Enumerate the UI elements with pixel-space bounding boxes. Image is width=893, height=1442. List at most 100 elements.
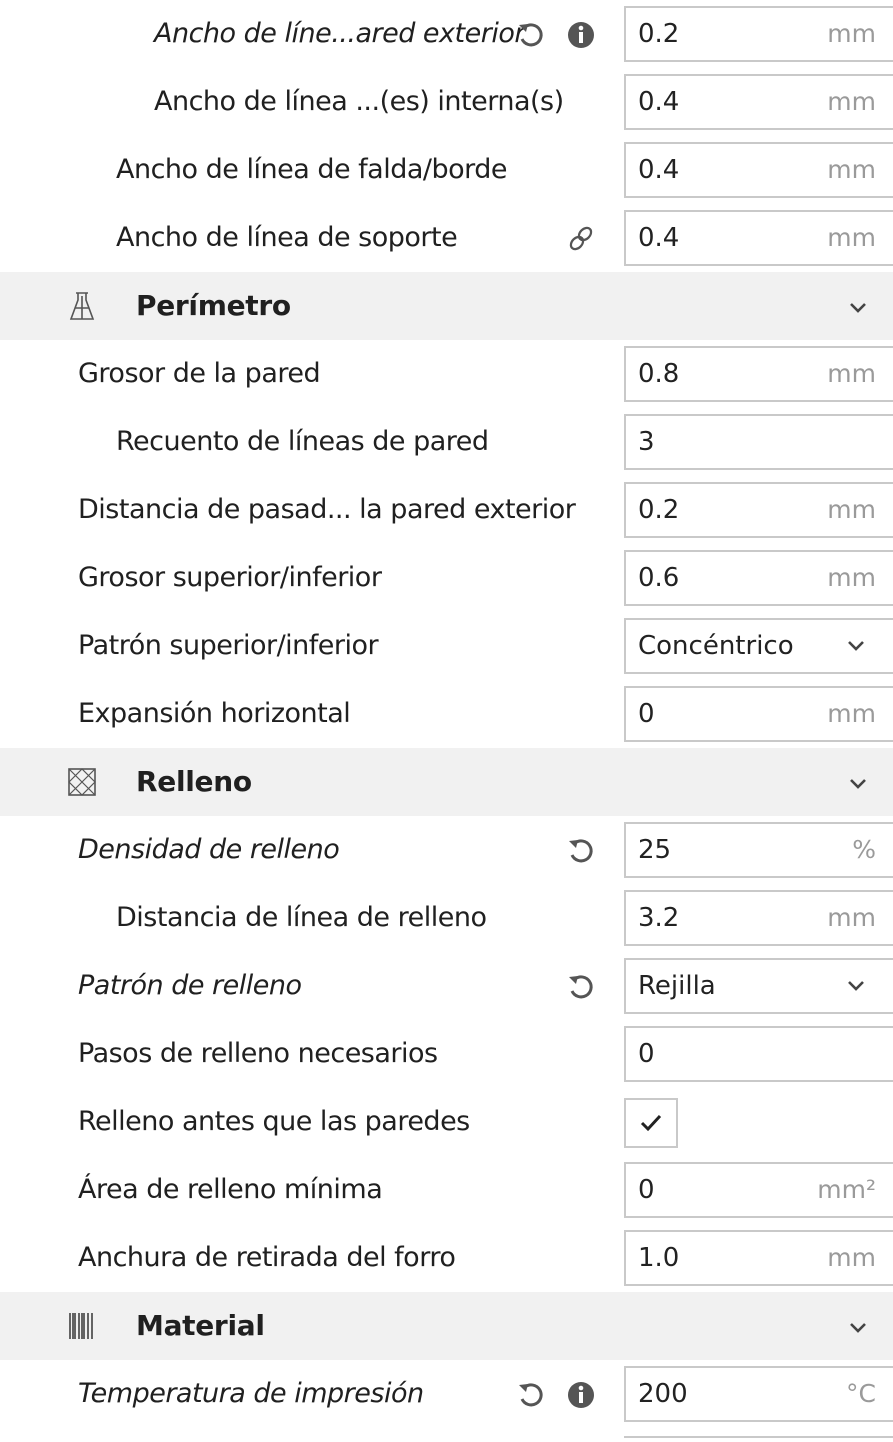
- gradual-infill-steps-input[interactable]: 0: [624, 1026, 893, 1082]
- setting-row-infill-line-distance: Distancia de línea de relleno 3.2 mm: [0, 884, 893, 952]
- infill-icon: [66, 766, 98, 798]
- setting-label: Pasos de relleno necesarios: [78, 1038, 438, 1069]
- perimeter-icon: [66, 290, 98, 322]
- input-unit: mm: [827, 223, 876, 252]
- setting-row-top-bottom-pattern: Patrón superior/inferior Concéntrico: [0, 612, 893, 680]
- chevron-down-icon[interactable]: [846, 772, 870, 796]
- horizontal-expansion-input[interactable]: 0 mm: [624, 686, 893, 742]
- skirt-brim-line-width-input[interactable]: 0.4 mm: [624, 142, 893, 198]
- section-header-perimetro[interactable]: Perímetro: [0, 272, 893, 340]
- input-value: 3.2: [638, 903, 680, 933]
- outer-wall-line-width-input[interactable]: 0.2 mm: [624, 6, 893, 62]
- input-value: 0: [638, 699, 655, 729]
- print-temperature-input[interactable]: 200 °C: [624, 1366, 893, 1422]
- input-unit: mm: [827, 699, 876, 728]
- setting-label: Ancho de línea de soporte: [116, 222, 458, 253]
- setting-label: Patrón superior/inferior: [78, 630, 379, 661]
- setting-label: Densidad de relleno: [78, 834, 340, 865]
- setting-row-inner-wall-line-width: Ancho de línea ...(es) interna(s) 0.4 mm: [0, 68, 893, 136]
- setting-row-print-temperature: Temperatura de impresión 200 °C: [0, 1360, 893, 1428]
- skin-removal-width-input[interactable]: 1.0 mm: [624, 1230, 893, 1286]
- setting-row-wall-thickness: Grosor de la pared 0.8 mm: [0, 340, 893, 408]
- input-value: 0.8: [638, 359, 680, 389]
- setting-row-top-bottom-thickness: Grosor superior/inferior 0.6 mm: [0, 544, 893, 612]
- input-value: 3: [638, 427, 655, 457]
- infill-pattern-select[interactable]: Rejilla: [624, 958, 893, 1014]
- support-line-width-input[interactable]: 0.4 mm: [624, 210, 893, 266]
- infill-density-input[interactable]: 25 %: [624, 822, 893, 878]
- chevron-down-icon: [844, 974, 868, 998]
- setting-label: Recuento de líneas de pared: [116, 426, 489, 457]
- input-value: 1.0: [638, 1243, 680, 1273]
- setting-row-gradual-infill-steps: Pasos de relleno necesarios 0: [0, 1020, 893, 1088]
- reset-icon[interactable]: [566, 972, 596, 1006]
- input-unit: mm: [827, 1243, 876, 1272]
- input-unit: mm: [827, 903, 876, 932]
- reset-icon[interactable]: [566, 836, 596, 870]
- chevron-down-icon[interactable]: [846, 1316, 870, 1340]
- input-value: 0.4: [638, 223, 680, 253]
- info-icon[interactable]: [566, 20, 596, 54]
- top-bottom-pattern-select[interactable]: Concéntrico: [624, 618, 893, 674]
- setting-row-min-infill-area: Área de relleno mínima 0 mm²: [0, 1156, 893, 1224]
- link-icon[interactable]: [566, 224, 596, 258]
- setting-label: Relleno antes que las paredes: [78, 1106, 470, 1137]
- inner-wall-line-width-input[interactable]: 0.4 mm: [624, 74, 893, 130]
- input-value: 0.6: [638, 563, 680, 593]
- input-unit: mm: [827, 359, 876, 388]
- input-unit: °C: [846, 1379, 876, 1408]
- wall-thickness-input[interactable]: 0.8 mm: [624, 346, 893, 402]
- infill-line-distance-input[interactable]: 3.2 mm: [624, 890, 893, 946]
- setting-row-infill-density: Densidad de relleno 25 %: [0, 816, 893, 884]
- input-value: 25: [638, 835, 672, 865]
- setting-label: Patrón de relleno: [78, 970, 302, 1001]
- wall-line-count-input[interactable]: 3: [624, 414, 893, 470]
- setting-label: Ancho de línea ...(es) interna(s): [154, 86, 564, 117]
- top-bottom-thickness-input[interactable]: 0.6 mm: [624, 550, 893, 606]
- setting-label: Ancho de línea de falda/borde: [116, 154, 508, 185]
- outer-wall-wipe-distance-input[interactable]: 0.2 mm: [624, 482, 893, 538]
- input-value: 0.2: [638, 495, 680, 525]
- setting-row-support-line-width: Ancho de línea de soporte 0.4 mm: [0, 204, 893, 272]
- section-header-material[interactable]: Material: [0, 1292, 893, 1360]
- setting-row-outer-wall-line-width: Ancho de líne...ared exterior 0.2 mm: [0, 0, 893, 68]
- setting-label: Área de relleno mínima: [78, 1174, 383, 1205]
- setting-label: Anchura de retirada del forro: [78, 1242, 456, 1273]
- input-unit: mm: [827, 495, 876, 524]
- infill-before-walls-checkbox[interactable]: [624, 1098, 678, 1148]
- section-header-relleno[interactable]: Relleno: [0, 748, 893, 816]
- min-infill-area-input[interactable]: 0 mm²: [624, 1162, 893, 1218]
- setting-label: Ancho de líne...ared exterior: [154, 18, 525, 49]
- next-input-edge: [624, 1436, 893, 1442]
- section-title: Material: [136, 1309, 265, 1342]
- input-unit: mm: [827, 563, 876, 592]
- setting-row-outer-wall-wipe-distance: Distancia de pasad... la pared exterior …: [0, 476, 893, 544]
- setting-row-skin-removal-width: Anchura de retirada del forro 1.0 mm: [0, 1224, 893, 1292]
- setting-row-infill-before-walls: Relleno antes que las paredes: [0, 1088, 893, 1156]
- select-value: Rejilla: [638, 971, 716, 1001]
- info-icon[interactable]: [566, 1380, 596, 1414]
- reset-icon[interactable]: [516, 1380, 546, 1414]
- setting-label: Grosor de la pared: [78, 358, 321, 389]
- settings-panel: Ancho de líne...ared exterior 0.2 mm Anc…: [0, 0, 893, 1442]
- chevron-down-icon: [844, 634, 868, 658]
- setting-row-wall-line-count: Recuento de líneas de pared 3: [0, 408, 893, 476]
- setting-label: Grosor superior/inferior: [78, 562, 382, 593]
- input-value: 0.4: [638, 87, 680, 117]
- input-unit: mm: [827, 87, 876, 116]
- setting-label: Temperatura de impresión: [78, 1378, 424, 1409]
- setting-row-horizontal-expansion: Expansión horizontal 0 mm: [0, 680, 893, 748]
- section-title: Relleno: [136, 765, 252, 798]
- input-value: 0: [638, 1175, 655, 1205]
- checkmark-icon: [640, 1114, 662, 1132]
- material-icon: [66, 1310, 98, 1342]
- input-unit: %: [852, 835, 876, 864]
- reset-icon[interactable]: [516, 20, 546, 54]
- section-title: Perímetro: [136, 289, 291, 322]
- chevron-down-icon[interactable]: [846, 296, 870, 320]
- setting-label: Expansión horizontal: [78, 698, 351, 729]
- setting-row-skirt-brim-line-width: Ancho de línea de falda/borde 0.4 mm: [0, 136, 893, 204]
- input-value: 0: [638, 1039, 655, 1069]
- setting-label: Distancia de pasad... la pared exterior: [78, 494, 576, 525]
- input-value: 0.4: [638, 155, 680, 185]
